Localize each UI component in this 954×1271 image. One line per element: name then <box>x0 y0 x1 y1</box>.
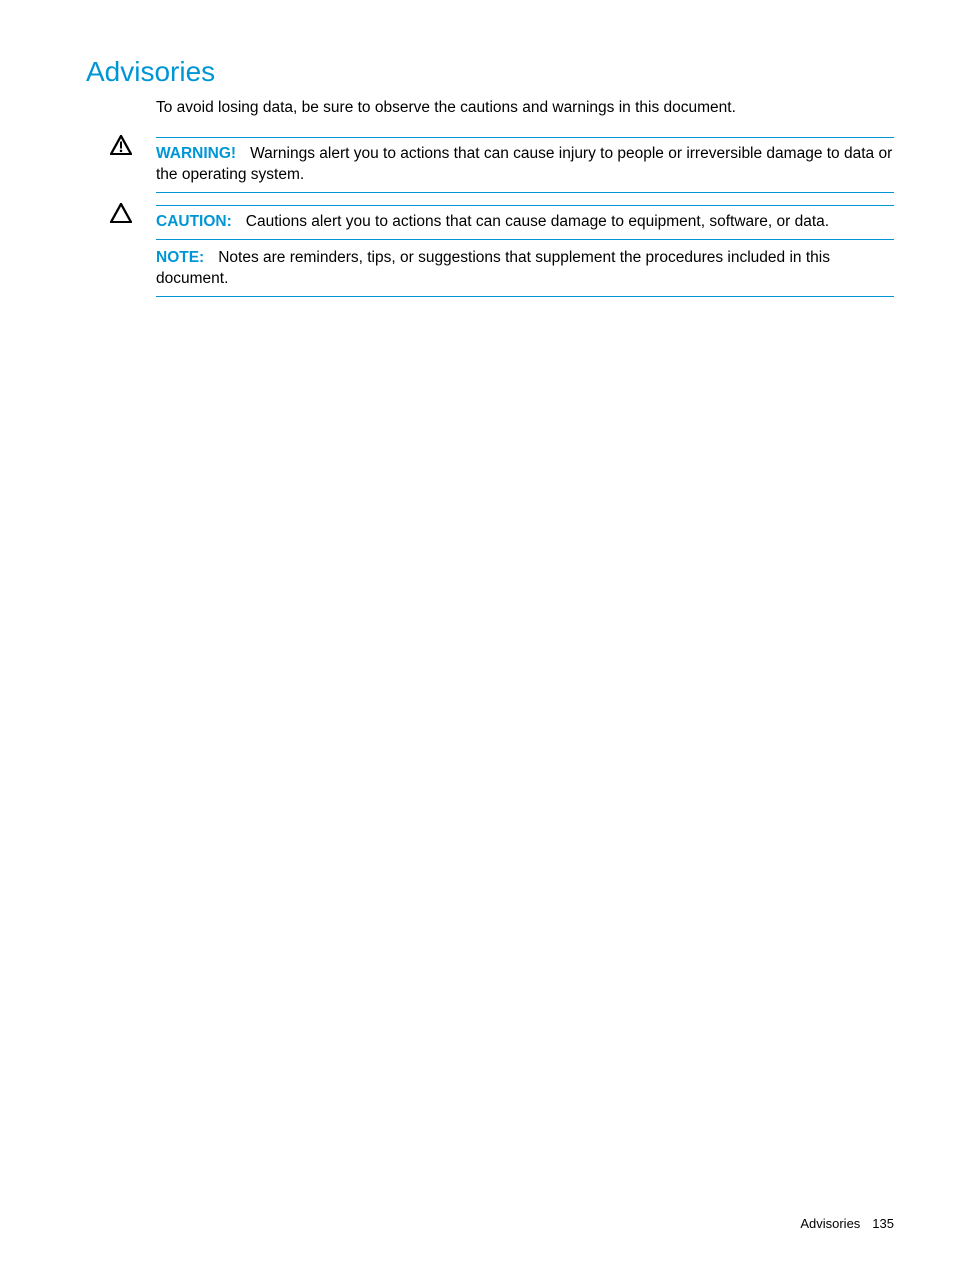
page-footer: Advisories 135 <box>800 1216 894 1231</box>
caution-block: CAUTION: Cautions alert you to actions th… <box>86 201 894 240</box>
warning-icon <box>110 135 132 160</box>
caution-text: Cautions alert you to actions that can c… <box>246 213 829 230</box>
note-text-line: NOTE:Notes are reminders, tips, or sugge… <box>156 248 894 290</box>
divider <box>156 296 894 297</box>
note-label: NOTE: <box>156 249 204 266</box>
intro-text: To avoid losing data, be sure to observe… <box>156 98 894 119</box>
warning-text: Warnings alert you to actions that can c… <box>156 145 892 183</box>
note-text: Notes are reminders, tips, or suggestion… <box>156 249 830 287</box>
footer-page-number: 135 <box>872 1216 894 1231</box>
divider <box>156 239 894 240</box>
warning-text-line: WARNING!Warnings alert you to actions th… <box>156 144 894 186</box>
footer-section-name: Advisories <box>800 1216 860 1231</box>
warning-block: WARNING!Warnings alert you to actions th… <box>86 133 894 193</box>
warning-label: WARNING! <box>156 145 236 162</box>
divider <box>156 137 894 138</box>
caution-label: CAUTION: <box>156 213 232 230</box>
page-content: Advisories To avoid losing data, be sure… <box>0 0 954 297</box>
caution-icon <box>110 203 132 228</box>
page-heading: Advisories <box>86 56 894 88</box>
divider <box>156 205 894 206</box>
caution-text-line: CAUTION: Cautions alert you to actions th… <box>156 212 894 233</box>
divider <box>156 192 894 193</box>
note-block: NOTE:Notes are reminders, tips, or sugge… <box>86 248 894 297</box>
